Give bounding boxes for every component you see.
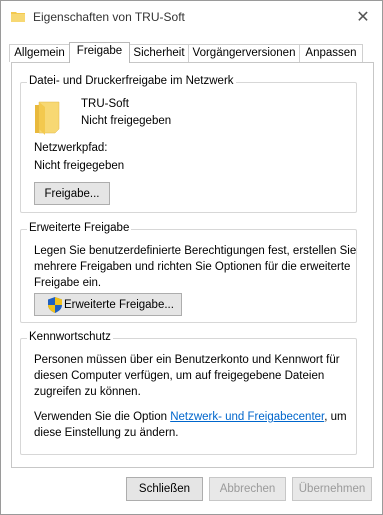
share-button[interactable]: Freigabe... xyxy=(34,182,110,205)
network-path-value: Nicht freigegeben xyxy=(34,160,125,172)
tab-anpassen[interactable]: Anpassen xyxy=(299,44,363,62)
tab-allgemein[interactable]: Allgemein xyxy=(9,44,70,62)
apply-button[interactable]: Übernehmen xyxy=(292,477,372,501)
network-sharing-center-link[interactable]: Netzwerk- und Freigabecenter xyxy=(170,411,324,423)
properties-window: Eigenschaften von TRU-Soft ✕ Allgemein F… xyxy=(0,0,383,515)
window-title: Eigenschaften von TRU-Soft xyxy=(33,10,185,24)
share-status: Nicht freigegeben xyxy=(81,115,172,127)
password-change-line-1: Verwenden Sie die Option Netzwerk- und F… xyxy=(34,411,347,423)
password-description-line-3: zugreifen zu können. xyxy=(34,386,141,398)
advanced-sharing-group: Erweiterte Freigabe Legen Sie benutzerde… xyxy=(20,222,357,323)
title-bar: Eigenschaften von TRU-Soft ✕ xyxy=(1,1,382,33)
tab-panel-freigabe: Datei- und Druckerfreigabe im Netzwerk T… xyxy=(11,62,374,468)
close-window-button[interactable]: ✕ xyxy=(352,7,374,27)
password-protection-group: Kennwortschutz Personen müssen über ein … xyxy=(20,331,357,455)
folder-name: TRU-Soft xyxy=(81,98,129,110)
password-description-line-1: Personen müssen über ein Benutzerkonto u… xyxy=(34,354,340,366)
folder-icon xyxy=(35,101,60,135)
sharing-group-title: Datei- und Druckerfreigabe im Netzwerk xyxy=(27,75,236,87)
change-prefix: Verwenden Sie die Option xyxy=(34,411,171,423)
password-group-title: Kennwortschutz xyxy=(27,331,113,343)
close-button[interactable]: Schließen xyxy=(126,477,203,501)
advanced-description-line-1: Legen Sie benutzerdefinierte Berechtigun… xyxy=(34,245,357,257)
advanced-description-line-3: Freigabe ein. xyxy=(34,277,102,289)
tab-sicherheit[interactable]: Sicherheit xyxy=(129,44,189,62)
tab-vorgaengerversionen[interactable]: Vorgängerversionen xyxy=(188,44,300,62)
folder-icon xyxy=(11,12,25,22)
uac-shield-icon xyxy=(48,296,62,313)
tab-freigabe[interactable]: Freigabe xyxy=(69,42,130,63)
advanced-sharing-button[interactable]: Erweiterte Freigabe... xyxy=(34,293,182,316)
close-icon: ✕ xyxy=(356,9,370,26)
advanced-group-title: Erweiterte Freigabe xyxy=(27,222,132,234)
password-change-line-2: diese Einstellung zu ändern. xyxy=(34,427,179,439)
advanced-sharing-button-label: Erweiterte Freigabe... xyxy=(64,298,174,311)
advanced-description-line-2: mehrere Freigaben und richten Sie Option… xyxy=(34,261,351,273)
tab-strip: Allgemein Freigabe Sicherheit Vorgängerv… xyxy=(9,42,374,63)
password-description-line-2: diesen Computer verfügen, um auf freigeg… xyxy=(34,370,325,382)
cancel-button[interactable]: Abbrechen xyxy=(209,477,286,501)
network-path-label: Netzwerkpfad: xyxy=(34,142,108,154)
sharing-group: Datei- und Druckerfreigabe im Netzwerk T… xyxy=(20,75,357,213)
change-suffix: , um xyxy=(324,411,347,423)
